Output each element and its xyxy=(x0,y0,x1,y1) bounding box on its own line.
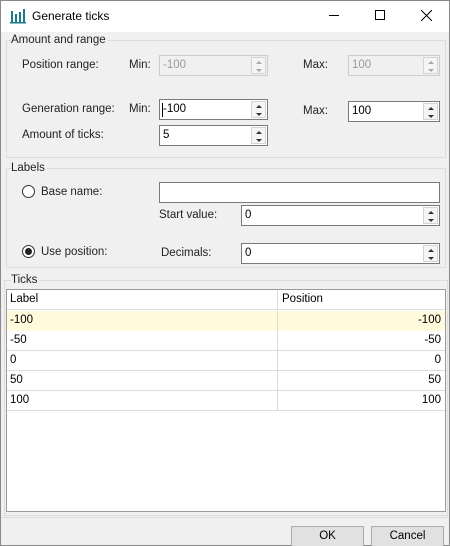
row-label-cell[interactable]: -50 xyxy=(7,331,278,351)
row-position-cell[interactable]: 0 xyxy=(278,351,445,371)
amount-range-group-label: Amount and range xyxy=(11,34,108,46)
maximize-icon xyxy=(375,10,385,23)
generate-ticks-dialog: Generate ticks Amount and range Position… xyxy=(0,0,450,546)
position-min-value: -100 xyxy=(163,59,187,71)
use-position-radio[interactable] xyxy=(22,245,35,258)
table-row[interactable]: 0 0 xyxy=(7,351,445,371)
ticks-table[interactable]: Label Position -100 -100 -50 -50 0 0 50 … xyxy=(6,289,446,512)
row-position-cell[interactable]: -50 xyxy=(278,331,445,351)
position-max-stepper: 100 xyxy=(348,55,440,76)
generation-min-label: Min: xyxy=(129,103,151,115)
row-position-cell[interactable]: 100 xyxy=(278,391,445,411)
decimals-arrows[interactable] xyxy=(423,245,438,262)
title-bar[interactable]: Generate ticks xyxy=(1,1,449,32)
minimize-icon xyxy=(329,10,339,23)
chevron-up-icon[interactable] xyxy=(424,104,437,112)
minimize-button[interactable] xyxy=(311,1,357,32)
position-min-stepper: -100 xyxy=(159,55,268,76)
start-value-label: Start value: xyxy=(159,209,218,221)
maximize-button[interactable] xyxy=(357,1,403,32)
ok-button[interactable]: OK xyxy=(291,526,364,546)
row-label-cell[interactable]: 0 xyxy=(7,351,278,371)
column-header-position[interactable]: Position xyxy=(278,290,445,310)
position-min-arrows xyxy=(251,57,266,74)
decimals-value[interactable]: 0 xyxy=(245,247,251,259)
chevron-down-icon[interactable] xyxy=(424,216,437,224)
amount-of-ticks-value[interactable]: 5 xyxy=(163,129,169,141)
table-row[interactable]: 50 50 xyxy=(7,371,445,391)
base-name-input[interactable] xyxy=(159,182,440,203)
position-max-arrows xyxy=(423,57,438,74)
close-icon xyxy=(420,9,432,24)
decimals-label: Decimals: xyxy=(161,247,212,259)
generation-max-stepper[interactable]: 100 xyxy=(348,101,440,122)
row-label-cell[interactable]: 100 xyxy=(7,391,278,411)
chevron-up-icon[interactable] xyxy=(252,128,265,136)
chevron-up-icon[interactable] xyxy=(424,208,437,216)
table-row[interactable]: -50 -50 xyxy=(7,331,445,351)
chevron-up-icon[interactable] xyxy=(252,102,265,110)
position-max-label: Max: xyxy=(303,59,328,71)
generation-max-value[interactable]: 100 xyxy=(352,105,371,117)
column-header-label[interactable]: Label xyxy=(7,290,278,310)
row-label-cell[interactable]: 50 xyxy=(7,371,278,391)
generation-min-value[interactable]: -100 xyxy=(163,103,186,115)
ticks-group-label: Ticks xyxy=(11,274,40,286)
chevron-down-icon xyxy=(252,66,265,74)
cancel-button[interactable]: Cancel xyxy=(371,526,444,546)
amount-of-ticks-arrows[interactable] xyxy=(251,127,266,144)
generation-range-label: Generation range: xyxy=(22,103,115,115)
chevron-down-icon xyxy=(424,66,437,74)
table-header-row: Label Position xyxy=(7,290,445,310)
generation-max-arrows[interactable] xyxy=(423,103,438,120)
base-name-label[interactable]: Base name: xyxy=(41,186,102,198)
labels-group-label: Labels xyxy=(11,162,47,174)
chevron-up-icon[interactable] xyxy=(424,246,437,254)
chart-icon xyxy=(10,8,26,24)
start-value-arrows[interactable] xyxy=(423,207,438,224)
position-range-label: Position range: xyxy=(22,59,99,71)
row-position-cell[interactable]: -100 xyxy=(278,311,445,331)
table-row[interactable]: 100 100 xyxy=(7,391,445,411)
generation-min-stepper[interactable]: -100 xyxy=(159,99,268,120)
start-value-stepper[interactable]: 0 xyxy=(241,205,440,226)
chevron-down-icon[interactable] xyxy=(252,110,265,118)
row-position-cell[interactable]: 50 xyxy=(278,371,445,391)
chevron-up-icon xyxy=(424,58,437,66)
amount-of-ticks-stepper[interactable]: 5 xyxy=(159,125,268,146)
base-name-radio[interactable] xyxy=(22,185,35,198)
table-row[interactable]: -100 -100 xyxy=(7,311,445,331)
footer-divider xyxy=(1,517,449,518)
window-title: Generate ticks xyxy=(32,9,110,23)
start-value-value[interactable]: 0 xyxy=(245,209,251,221)
amount-of-ticks-label: Amount of ticks: xyxy=(22,129,104,141)
generation-max-label: Max: xyxy=(303,105,328,117)
row-label-cell[interactable]: -100 xyxy=(7,311,278,331)
decimals-stepper[interactable]: 0 xyxy=(241,243,440,264)
generation-min-arrows[interactable] xyxy=(251,101,266,118)
chevron-down-icon[interactable] xyxy=(424,254,437,262)
position-min-label: Min: xyxy=(129,59,151,71)
use-position-label[interactable]: Use position: xyxy=(41,246,107,258)
chevron-down-icon[interactable] xyxy=(252,136,265,144)
position-max-value: 100 xyxy=(352,59,372,71)
chevron-up-icon xyxy=(252,58,265,66)
chevron-down-icon[interactable] xyxy=(424,112,437,120)
close-button[interactable] xyxy=(403,1,449,32)
